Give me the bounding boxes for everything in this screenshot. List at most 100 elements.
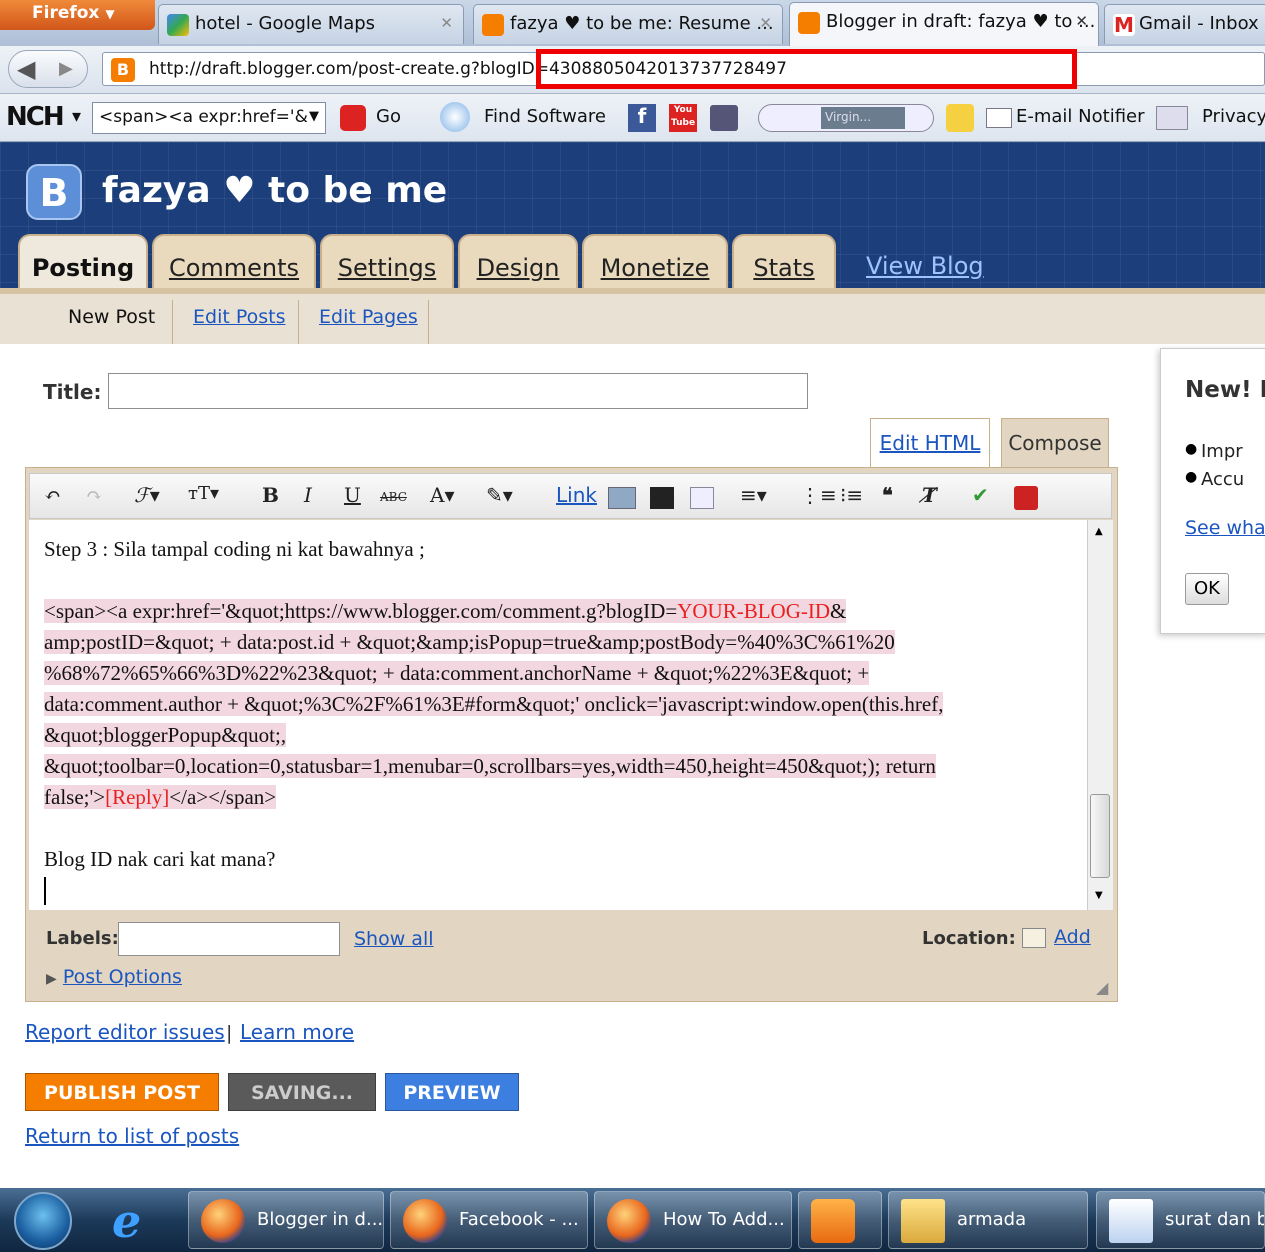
scroll-up-icon[interactable]: ▲ [1095, 526, 1103, 537]
bullet-icon: ● [1185, 441, 1198, 457]
tab-posting[interactable]: Posting [18, 234, 148, 290]
back-arrow-icon[interactable]: ◀ [17, 55, 35, 83]
add-location-link[interactable]: Add [1054, 926, 1091, 948]
media-icon[interactable] [710, 105, 738, 131]
tab-resume[interactable]: fazya ♥ to be me: Resume ... ✕ [473, 4, 783, 44]
text-color-icon[interactable]: A▾ [430, 483, 454, 507]
find-software-button[interactable]: Find Software [484, 106, 606, 127]
privacy-icon[interactable] [1156, 106, 1188, 130]
insert-link-button[interactable]: Link [556, 483, 597, 507]
resize-handle-icon[interactable]: ◢ [1096, 978, 1108, 997]
close-icon[interactable]: ✕ [759, 14, 772, 32]
scrollbar-thumb[interactable] [1090, 794, 1110, 878]
publish-post-button[interactable]: PUBLISH POST [25, 1073, 219, 1111]
spellcheck-icon[interactable]: ✔ [972, 483, 989, 507]
insert-image-icon[interactable] [608, 487, 636, 509]
tab-edit-html[interactable]: Edit HTML [870, 418, 990, 468]
remove-formatting-icon[interactable]: T̸ [922, 483, 937, 507]
bullet-list-icon[interactable]: ⁝≡ [840, 483, 863, 507]
blockquote-icon[interactable]: ❝ [882, 483, 893, 507]
scroll-down-icon[interactable]: ▼ [1095, 890, 1103, 901]
blogger-icon: B [111, 58, 135, 82]
strikethrough-icon[interactable]: ABC [380, 490, 407, 504]
pencil-icon[interactable] [946, 104, 974, 132]
taskbar-item-media-player[interactable] [798, 1191, 882, 1249]
taskbar-item-facebook[interactable]: Facebook - ... [390, 1191, 588, 1249]
transliterate-icon[interactable] [1014, 486, 1038, 510]
taskbar-item-how-to-add[interactable]: How To Add... [594, 1191, 792, 1249]
chevron-down-icon: ▼ [309, 109, 319, 124]
bold-icon[interactable]: B [262, 483, 279, 507]
stop-icon[interactable] [340, 105, 366, 131]
firefox-icon [403, 1199, 447, 1243]
envelope-icon[interactable] [986, 108, 1012, 128]
show-all-labels-link[interactable]: Show all [354, 928, 434, 950]
firefox-icon [201, 1199, 245, 1243]
internet-explorer-icon[interactable]: e [112, 1194, 141, 1248]
tab-comments[interactable]: Comments [152, 234, 316, 288]
underline-icon[interactable]: U [344, 483, 361, 507]
taskbar-item-blogger[interactable]: Blogger in d... [188, 1191, 384, 1249]
post-options-toggle[interactable]: ▶ Post Options [46, 966, 182, 988]
facebook-icon[interactable]: f [628, 104, 656, 132]
windows-start-icon[interactable] [14, 1192, 72, 1250]
tab-google-maps[interactable]: hotel - Google Maps ✕ [158, 4, 464, 44]
taskbar-item-surat[interactable]: surat dan bi [1096, 1191, 1265, 1249]
tab-compose[interactable]: Compose [1001, 418, 1109, 468]
tab-stats[interactable]: Stats [732, 234, 836, 288]
labels-input[interactable] [118, 922, 340, 956]
code-line: data:comment.author + &quot;%3C%2F%61%3E… [44, 692, 944, 716]
media-player-icon [811, 1199, 855, 1243]
redo-icon[interactable]: ↷ [86, 483, 103, 507]
close-icon[interactable]: ✕ [440, 14, 453, 32]
close-icon[interactable]: ✕ [1075, 12, 1088, 30]
saving-button[interactable]: SAVING... [228, 1073, 376, 1111]
jump-break-icon[interactable] [690, 487, 714, 509]
tab-monetize[interactable]: Monetize [582, 234, 728, 288]
disc-icon[interactable] [440, 102, 470, 132]
tab-design[interactable]: Design [458, 234, 578, 288]
youtube-icon[interactable]: You Tube [669, 104, 697, 132]
return-to-posts-link[interactable]: Return to list of posts [25, 1124, 239, 1148]
radio-player[interactable]: Virgin... [758, 104, 934, 132]
italic-icon[interactable]: I [304, 483, 312, 507]
tab-settings[interactable]: Settings [320, 234, 454, 288]
subtab-edit-pages[interactable]: Edit Pages [319, 306, 418, 328]
email-notifier-button[interactable]: E-mail Notifier [1016, 106, 1145, 127]
blogger-icon [798, 12, 820, 34]
post-title-input[interactable] [108, 373, 808, 409]
gmail-icon: M [1113, 13, 1135, 37]
preview-button[interactable]: PREVIEW [385, 1073, 519, 1111]
divider [172, 300, 173, 344]
learn-more-link[interactable]: Learn more [240, 1020, 354, 1044]
highlight-color-icon[interactable]: ✎▾ [486, 483, 513, 507]
blogger-logo-icon[interactable]: B [26, 164, 82, 220]
taskbar-item-armada[interactable]: armada [888, 1191, 1088, 1249]
font-size-icon[interactable]: тT▾ [188, 483, 219, 504]
popup-see-what-link[interactable]: See what [1185, 517, 1265, 539]
editor-scrollbar[interactable]: ▲ ▼ [1087, 520, 1113, 910]
popup-ok-button[interactable]: OK [1185, 573, 1229, 605]
subtab-edit-posts[interactable]: Edit Posts [193, 306, 286, 328]
tab-blogger-draft[interactable]: Blogger in draft: fazya ♥ to ... ✕ [789, 2, 1099, 46]
tab-gmail[interactable]: M Gmail - Inbox (2 [1104, 4, 1265, 44]
privacy-button[interactable]: Privacy [1202, 106, 1265, 127]
view-blog-link[interactable]: View Blog [866, 252, 984, 280]
forward-arrow-icon[interactable]: ▶ [59, 58, 73, 79]
toolbar-search-select[interactable]: <span><a expr:href='& ▼ [92, 102, 326, 134]
numbered-list-icon[interactable]: ⋮≡ [800, 483, 837, 507]
nch-logo[interactable]: NCH [6, 102, 65, 132]
insert-video-icon[interactable] [650, 487, 674, 509]
undo-icon[interactable]: ↶ [44, 483, 61, 507]
post-body-editor[interactable]: Step 3 : Sila tampal coding ni kat bawah… [29, 520, 1087, 910]
firefox-menu-button[interactable]: Firefox ▼ [0, 0, 155, 30]
google-maps-icon [167, 14, 189, 36]
font-family-icon[interactable]: ℱ▾ [134, 483, 160, 507]
separator: | [226, 1022, 233, 1044]
chevron-down-icon[interactable]: ▾ [72, 106, 81, 127]
map-icon [1022, 928, 1046, 948]
report-editor-issues-link[interactable]: Report editor issues [25, 1020, 225, 1044]
go-button[interactable]: Go [376, 106, 401, 127]
subtab-new-post[interactable]: New Post [68, 306, 155, 328]
align-icon[interactable]: ≡▾ [740, 483, 767, 507]
